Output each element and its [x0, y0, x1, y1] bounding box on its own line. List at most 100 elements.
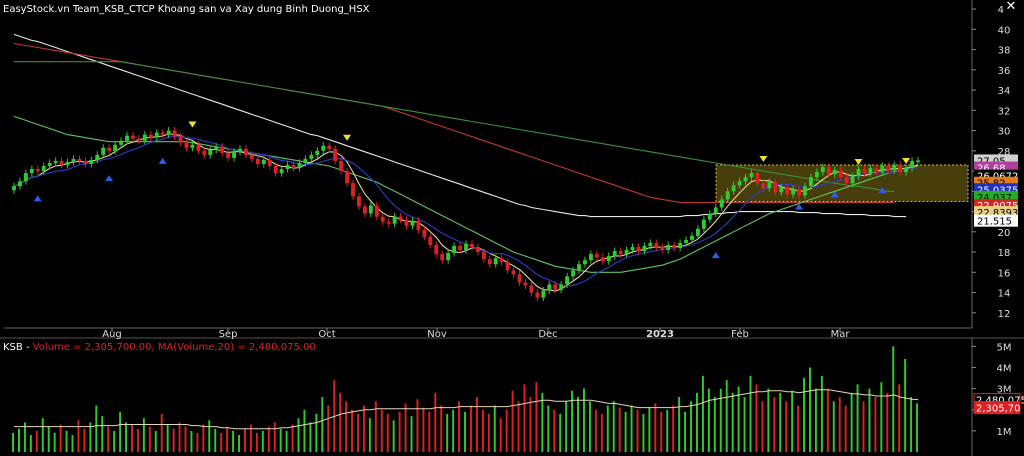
- candle-body: [707, 213, 712, 220]
- volume-bar: [244, 428, 246, 452]
- candle-body: [600, 257, 605, 262]
- candle-body: [357, 196, 361, 207]
- candle-body: [29, 169, 34, 174]
- volume-bar: [862, 401, 865, 452]
- candle-body: [261, 159, 266, 164]
- candle-body: [464, 243, 468, 251]
- candle-body: [559, 284, 564, 290]
- candle-body: [148, 134, 153, 138]
- volume-bar: [678, 397, 681, 452]
- volume-bar: [285, 430, 288, 452]
- candle-body: [696, 228, 700, 236]
- candle-body: [910, 160, 914, 169]
- candle-body: [428, 236, 433, 245]
- volume-bar: [440, 405, 443, 452]
- volume-bar: [142, 418, 145, 452]
- x-tick-label: Dec: [538, 329, 557, 340]
- volume-bar: [481, 409, 484, 452]
- x-tick-label: 2023: [646, 329, 674, 340]
- volume-bar: [588, 401, 591, 452]
- volume-bar: [636, 409, 639, 452]
- volume-bar: [559, 413, 562, 452]
- volume-bar: [844, 405, 847, 452]
- volume-bar: [547, 405, 550, 452]
- volume-bar: [178, 422, 181, 452]
- volume-bar: [541, 392, 544, 452]
- candle-body: [232, 151, 236, 158]
- volume-bar: [577, 397, 579, 452]
- candle-body: [755, 173, 760, 184]
- candle-body: [12, 186, 16, 191]
- close-icon[interactable]: ✕: [1004, 0, 1018, 14]
- candle-body: [690, 235, 694, 240]
- volume-bar: [660, 411, 663, 452]
- candle-body: [785, 187, 790, 195]
- volume-bar: [910, 397, 913, 452]
- stock-chart[interactable]: 121416182022242628303234363840421M2M3M4M…: [0, 0, 1024, 456]
- ma-volume-label: MA(Volume,20) = 2,480,075.00: [157, 342, 316, 353]
- candle-body: [541, 290, 546, 298]
- volume-bar: [446, 413, 449, 452]
- volume-tick-label: 4M: [997, 363, 1012, 374]
- volume-bar: [791, 390, 794, 452]
- price-tick-label: 20: [998, 228, 1011, 239]
- price-tick-label: 16: [998, 268, 1011, 279]
- candle-body: [208, 149, 213, 155]
- volume-bar: [511, 390, 514, 452]
- volume-bar: [814, 388, 817, 452]
- candle-body: [904, 168, 909, 173]
- candle-body: [565, 276, 570, 285]
- volume-bar: [535, 382, 538, 452]
- volume-bar: [345, 401, 348, 452]
- volume-bar: [172, 428, 175, 452]
- candle-body: [493, 258, 498, 265]
- candle-body: [154, 132, 159, 138]
- volume-bar: [368, 418, 371, 452]
- candle-body: [71, 158, 76, 162]
- candle-body: [458, 245, 462, 251]
- candle-body: [672, 244, 677, 249]
- candle-body: [660, 247, 665, 251]
- volume-bar: [779, 392, 782, 452]
- candle-body: [249, 154, 254, 159]
- volume-bar: [755, 384, 758, 452]
- candle-body: [23, 173, 28, 182]
- x-tick-label: Aug: [102, 329, 122, 340]
- volume-bar: [475, 397, 478, 452]
- volume-bar: [303, 409, 306, 452]
- candle-body: [475, 247, 480, 253]
- volume-bar: [83, 428, 86, 452]
- volume-sep: -: [22, 342, 33, 353]
- volume-bar: [386, 413, 389, 452]
- volume-bar: [190, 430, 193, 452]
- candle-body: [481, 252, 486, 260]
- candle-body: [892, 164, 897, 171]
- volume-bar: [357, 413, 359, 452]
- chart-title: EasyStock.vn Team_KSB_CTCP Khoang san va…: [3, 4, 370, 15]
- candle-body: [666, 244, 671, 251]
- candle-body: [398, 216, 403, 220]
- candle-body: [285, 164, 290, 170]
- candle-body: [511, 270, 516, 275]
- x-tick-label: Feb: [731, 329, 749, 340]
- candle-body: [172, 130, 177, 137]
- volume-bar: [565, 401, 568, 452]
- volume-bar: [493, 405, 496, 452]
- volume-bar: [35, 430, 38, 452]
- candle-body: [743, 177, 748, 182]
- candle-body: [440, 254, 445, 261]
- candle-body: [267, 159, 272, 166]
- volume-bar: [202, 424, 205, 452]
- candle-body: [101, 147, 106, 155]
- candle-body: [832, 170, 837, 175]
- candle-body: [880, 166, 885, 173]
- volume-bar: [916, 403, 918, 452]
- candle-body: [684, 239, 688, 243]
- volume-bar: [797, 405, 800, 452]
- candle-body: [809, 177, 813, 187]
- volume-bar: [785, 401, 788, 452]
- price-label: 21.515: [977, 217, 1012, 228]
- volume-bar: [291, 424, 294, 452]
- candle-body: [368, 205, 373, 214]
- volume-bar: [309, 422, 312, 452]
